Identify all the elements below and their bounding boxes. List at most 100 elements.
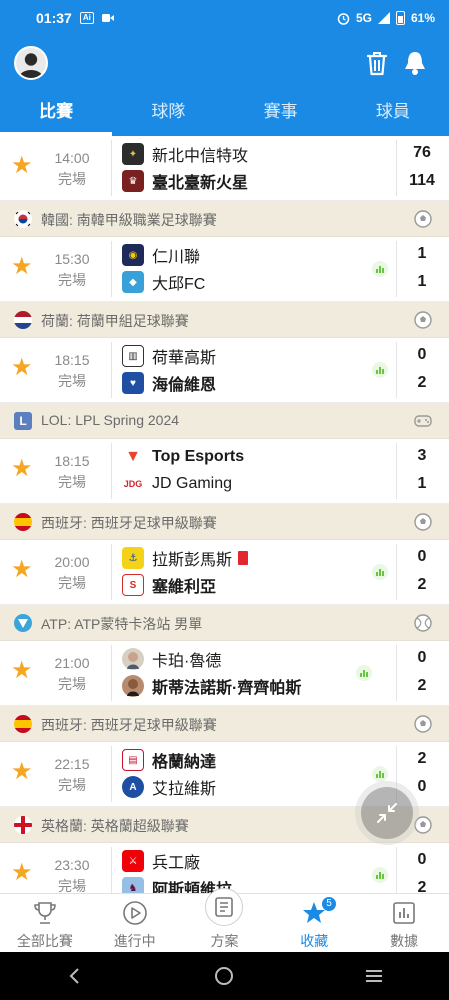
spain-flag-icon — [14, 715, 32, 733]
favorite-star-icon[interactable]: ★ — [11, 255, 35, 279]
away-team: ♛ 臺北臺新火星 — [122, 168, 248, 194]
plans-button[interactable] — [205, 888, 244, 926]
league-name: 西班牙: 西班牙足球甲級聯賽 — [41, 717, 217, 733]
team-name: 新北中信特攻 — [152, 148, 249, 165]
tab-players[interactable]: 球員 — [337, 92, 449, 136]
favorite-star-icon[interactable]: ★ — [11, 659, 35, 683]
video-icon — [101, 14, 114, 22]
home-team: ▼ Top Esports — [122, 444, 244, 470]
nav-in-progress[interactable]: 進行中 — [90, 894, 180, 952]
match-row[interactable]: ★ 21:00 完場 卡珀·魯德 斯蒂法諾斯·齊齊帕斯 0 2 — [0, 641, 449, 706]
away-score: 2 — [417, 677, 427, 694]
team-name: 荷華高斯 — [152, 350, 217, 367]
home-team: ◉ 仁川聯 — [122, 242, 200, 268]
match-time: 15:30 — [54, 251, 90, 267]
match-status: 完場 — [58, 777, 86, 793]
match-row[interactable]: ★ 14:00 完場 ✦ 新北中信特攻 ♛ 臺北臺新火星 76 114 — [0, 136, 449, 201]
recents-icon[interactable] — [364, 966, 384, 986]
stats-icon[interactable] — [372, 766, 388, 782]
nav-label: 收藏 — [300, 933, 329, 949]
league-header[interactable]: ATP: ATP蒙特卡洛站 男單 — [0, 605, 449, 641]
stats-icon[interactable] — [372, 261, 388, 277]
match-time: 23:30 — [54, 857, 90, 873]
nav-data[interactable]: 數據 — [359, 894, 449, 952]
favorite-star-icon[interactable]: ★ — [11, 457, 35, 481]
match-time: 18:15 — [54, 352, 90, 368]
match-row[interactable]: ★ 20:00 完場 ⚓ 拉斯彭馬斯 S 塞維利亞 0 2 — [0, 540, 449, 605]
nav-favorites[interactable]: 5 收藏 — [269, 894, 359, 952]
league-header[interactable]: 荷蘭: 荷蘭甲組足球聯賽 — [0, 302, 449, 338]
match-row[interactable]: ★ 18:15 完場 ▥ 荷華高斯 ♥ 海倫維恩 0 2 — [0, 338, 449, 403]
league-name: 荷蘭: 荷蘭甲組足球聯賽 — [41, 313, 189, 329]
team-name: 格蘭納達 — [152, 754, 217, 771]
favorite-star-icon[interactable]: ★ — [11, 861, 35, 885]
team-name: 艾拉維斯 — [152, 781, 217, 798]
tab-teams[interactable]: 球隊 — [112, 92, 224, 136]
match-status: 完場 — [58, 878, 86, 893]
team-name: 拉斯彭馬斯 — [152, 552, 233, 569]
ai-icon: Ai — [79, 12, 94, 24]
match-row[interactable]: ★ 23:30 完場 ⚔ 兵工廠 ♞ 阿斯頓維拉 0 2 — [0, 843, 449, 893]
home-team: ▥ 荷華高斯 — [122, 343, 216, 369]
team-logo-icon: S — [122, 574, 144, 596]
avatar[interactable] — [14, 46, 48, 80]
player-photo-icon — [122, 648, 144, 670]
trophy-icon — [34, 902, 56, 924]
league-header[interactable]: 西班牙: 西班牙足球甲級聯賽 — [0, 504, 449, 540]
away-team: A 艾拉維斯 — [122, 774, 216, 800]
favorite-star-icon[interactable]: ★ — [11, 356, 35, 380]
match-row[interactable]: ★ 15:30 完場 ◉ 仁川聯 ◆ 大邱FC 1 1 — [0, 237, 449, 302]
team-logo-icon: ♥ — [122, 372, 144, 394]
player-photo-icon — [122, 675, 144, 697]
red-card-icon — [238, 551, 249, 565]
collapse-button[interactable] — [361, 787, 413, 839]
bell-icon[interactable] — [400, 48, 430, 78]
match-time: 22:15 — [54, 756, 90, 772]
match-row[interactable]: ★ 18:15 完場 ▼ Top Esports JDG JD Gaming 3… — [0, 439, 449, 504]
back-icon[interactable] — [65, 966, 85, 986]
home-icon[interactable] — [214, 966, 234, 986]
player-name: 斯蒂法諾斯·齊齊帕斯 — [152, 680, 302, 697]
tab-competitions[interactable]: 賽事 — [225, 92, 337, 136]
team-logo-icon: ◆ — [122, 271, 144, 293]
home-score: 1 — [417, 245, 427, 262]
status-bar: 01:37 Ai 5G 61% — [0, 0, 449, 36]
tennis-ball-icon — [414, 614, 432, 632]
league-header[interactable]: 韓國: 南韓甲級職業足球聯賽 — [0, 201, 449, 237]
stats-icon[interactable] — [372, 564, 388, 580]
nav-plans[interactable]: 方案 — [180, 888, 270, 952]
team-name: 大邱FC — [152, 276, 206, 293]
trash-icon[interactable] — [362, 48, 392, 78]
team-name: Top Esports — [152, 448, 245, 465]
league-name: LOL: LPL Spring 2024 — [41, 412, 180, 428]
home-score: 76 — [413, 144, 431, 161]
team-logo-icon: ♞ — [122, 877, 144, 893]
soccer-ball-icon — [414, 311, 432, 329]
stats-icon[interactable] — [372, 362, 388, 378]
favorite-star-icon[interactable]: ★ — [11, 558, 35, 582]
league-header[interactable]: L LOL: LPL Spring 2024 — [0, 403, 449, 439]
stats-icon[interactable] — [356, 665, 372, 681]
play-icon — [122, 901, 147, 925]
home-team: ⚓ 拉斯彭馬斯 — [122, 545, 249, 571]
away-team: S 塞維利亞 — [122, 572, 216, 598]
team-logo-icon: ⚔ — [122, 850, 144, 872]
favorite-star-icon[interactable]: ★ — [11, 154, 35, 178]
match-status: 完場 — [58, 272, 86, 288]
nav-all-matches[interactable]: 全部比賽 — [0, 894, 90, 952]
tab-matches[interactable]: 比賽 — [0, 92, 113, 136]
away-score: 2 — [417, 374, 427, 391]
favorite-star-icon[interactable]: ★ — [11, 760, 35, 784]
match-list[interactable]: ★ 14:00 完場 ✦ 新北中信特攻 ♛ 臺北臺新火星 76 114 韓國: … — [0, 136, 449, 893]
league-header[interactable]: 西班牙: 西班牙足球甲級聯賽 — [0, 706, 449, 742]
stats-icon[interactable] — [372, 867, 388, 883]
app-header — [0, 36, 449, 92]
team-name: JD Gaming — [152, 475, 233, 492]
league-name: 西班牙: 西班牙足球甲級聯賽 — [41, 515, 217, 531]
team-logo-icon: ⚓ — [122, 547, 144, 569]
battery-icon — [395, 11, 405, 25]
player-name: 卡珀·魯德 — [152, 653, 222, 670]
document-icon — [215, 897, 234, 917]
chart-icon — [393, 902, 415, 924]
match-time: 21:00 — [54, 655, 90, 671]
